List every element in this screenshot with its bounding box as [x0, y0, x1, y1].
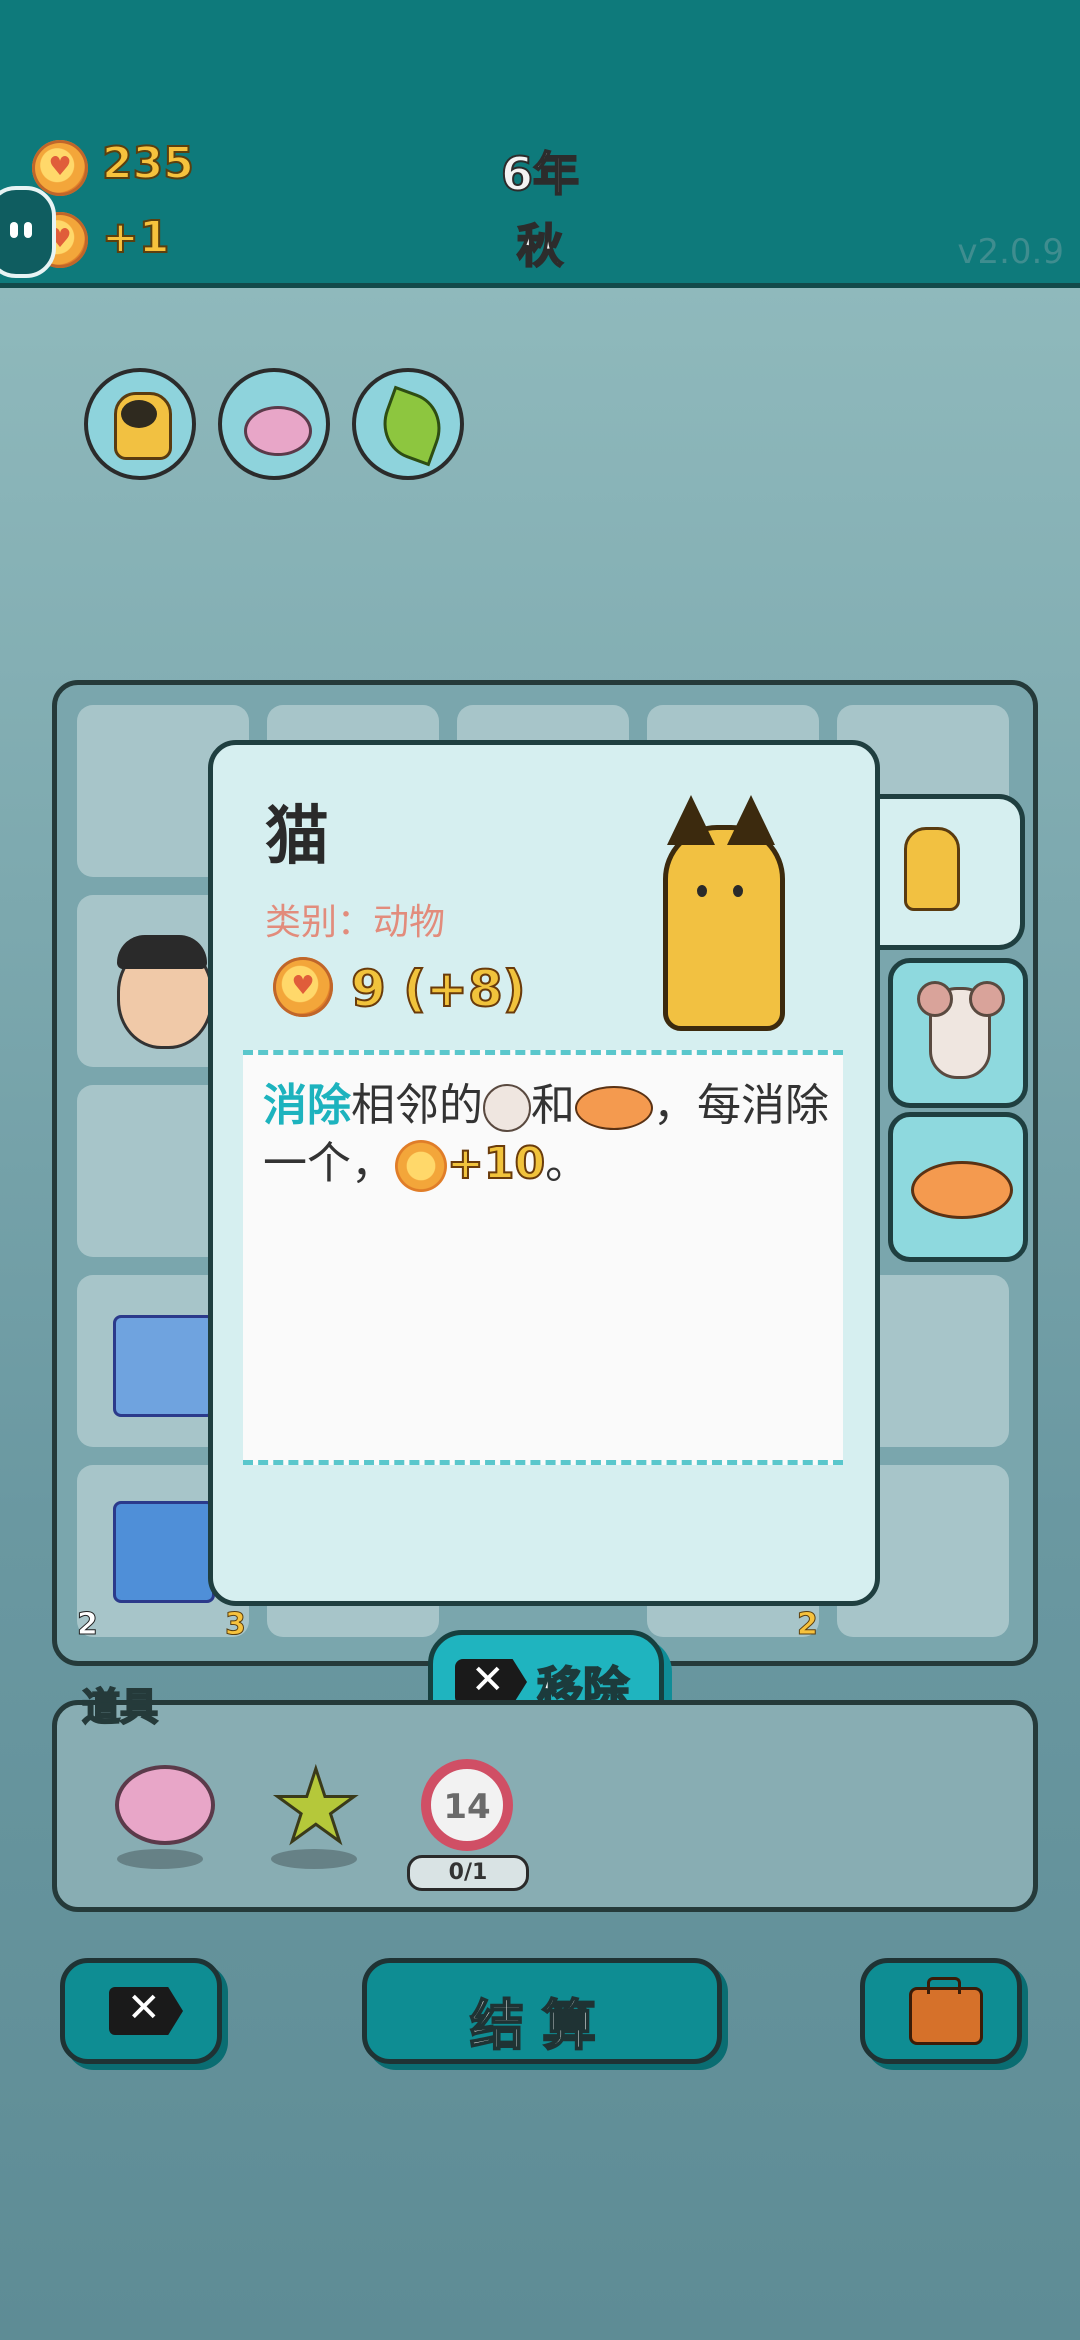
coin-icon: ♥: [273, 957, 333, 1017]
cell-count: 2: [797, 1607, 819, 1643]
item-value: 9 (+8): [350, 959, 527, 1019]
owned-leaf-icon[interactable]: [352, 368, 464, 480]
counter-badge-icon[interactable]: 14: [421, 1759, 513, 1851]
income-count: +1: [101, 211, 170, 264]
briefcase-icon: [909, 1987, 983, 2045]
menu-dot-icon: [24, 222, 32, 238]
tab-fish[interactable]: [888, 1112, 1028, 1262]
tab-cat[interactable]: [860, 794, 1025, 950]
cat-illustration: [653, 785, 803, 1031]
props-progress: 0/1: [407, 1855, 529, 1891]
coin-count: 235: [101, 137, 195, 190]
item-detail-card: 猫 类别：动物 ♥ 9 (+8) 消除相邻的和，每消除一个， +10。: [208, 740, 880, 1606]
description-box: 消除相邻的和，每消除一个， +10。: [243, 1050, 843, 1465]
cell-count: 2: [77, 1607, 99, 1643]
coin-icon: ♥: [32, 140, 88, 196]
item-name: 猫: [265, 800, 329, 874]
owned-piggy-bank-icon[interactable]: [218, 368, 330, 480]
props-panel: ★ 14 0/1: [52, 1700, 1038, 1912]
tab-mouse[interactable]: [888, 958, 1028, 1108]
floating-menu-button[interactable]: [0, 186, 56, 278]
star-icon[interactable]: ★: [270, 1755, 363, 1858]
cat-icon: [904, 827, 960, 911]
version-label: v2.0.9: [957, 232, 1064, 272]
cancel-button[interactable]: ✕: [60, 1958, 222, 2064]
fish-icon: [575, 1086, 653, 1130]
delete-icon: ✕: [455, 1659, 527, 1705]
delete-icon: ✕: [109, 1987, 183, 2035]
item-category: 类别：动物: [265, 902, 446, 943]
bag-button[interactable]: [860, 1958, 1022, 2064]
bonus-value: +10: [446, 1137, 546, 1190]
fish-icon: [911, 1161, 1013, 1219]
mouse-icon: [483, 1084, 531, 1132]
settle-label: 结算: [469, 1993, 614, 2058]
props-label: 道具: [81, 1684, 159, 1730]
top-bar: ♥ 235 ♥ +1 6年 秋 v2.0.9: [0, 0, 1080, 288]
owned-cat-icon[interactable]: [84, 368, 196, 480]
piggy-bank-icon[interactable]: [115, 1765, 215, 1845]
description-text: 消除相邻的和，每消除一个， +10。: [263, 1077, 833, 1193]
year-label: 6年: [500, 146, 580, 202]
desc-highlight: 消除: [263, 1080, 351, 1131]
counter-value: 14: [443, 1787, 491, 1827]
season-label: 秋: [516, 218, 564, 274]
settle-button[interactable]: 结算: [362, 1958, 722, 2064]
menu-dot-icon: [10, 222, 18, 238]
coin-icon: [395, 1140, 447, 1192]
cell-count: 3: [225, 1607, 247, 1643]
